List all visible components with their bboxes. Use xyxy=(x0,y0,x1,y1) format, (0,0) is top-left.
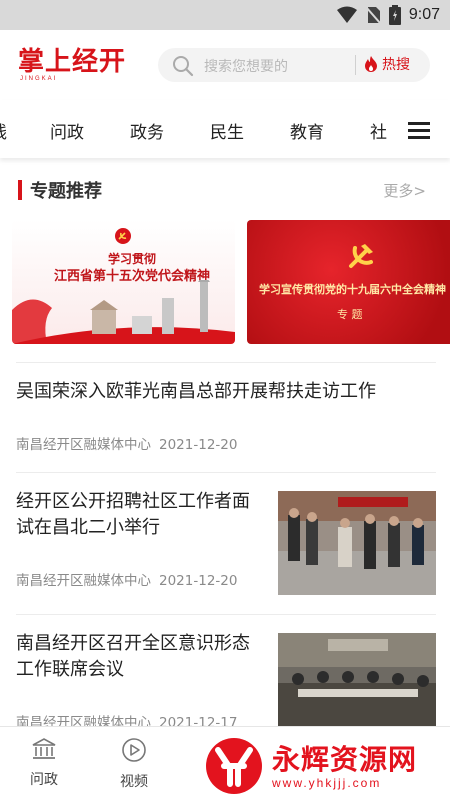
more-link[interactable]: 更多> xyxy=(383,180,426,201)
government-building-icon xyxy=(32,738,56,759)
news-thumbnail xyxy=(278,491,436,595)
news-item[interactable]: 经开区公开招聘社区工作者面试在昌北二小举行 南昌经开区融媒体中心 2021-12-… xyxy=(16,472,436,612)
banner-title: 学习宣传贯彻党的十九届六中全会精神 xyxy=(259,283,446,296)
news-item[interactable]: 吴国荣深入欧菲光南昌总部开展帮扶走访工作 南昌经开区融媒体中心 2021-12-2… xyxy=(16,362,436,470)
topic-banner-card[interactable]: 学习贯彻 江西省第十五次党代会精神 xyxy=(12,220,235,344)
tab-zhengwu[interactable]: 政务 xyxy=(130,118,164,143)
bottom-nav-video[interactable]: 视频 xyxy=(104,737,164,791)
news-source: 南昌经开区融媒体中心 xyxy=(16,437,151,453)
watermark-url: www.yhkjjj.com xyxy=(272,776,382,790)
site-watermark: 永辉资源网 www.yhkjjj.com xyxy=(200,732,450,799)
category-tabs: 线 问政 政务 民生 教育 社 xyxy=(0,100,450,158)
wifi-icon xyxy=(336,6,357,23)
tab-jiaoyu[interactable]: 教育 xyxy=(290,118,324,143)
news-meta: 南昌经开区融媒体中心 2021-12-20 xyxy=(16,569,237,589)
status-bar: 9:07 xyxy=(0,0,450,30)
party-emblem-icon xyxy=(349,244,373,268)
bottom-nav-label: 视频 xyxy=(120,774,148,790)
news-source: 南昌经开区融媒体中心 xyxy=(16,573,151,589)
watermark-logo-icon xyxy=(206,738,262,794)
play-circle-icon xyxy=(122,738,146,762)
news-title: 南昌经开区召开全区意识形态工作联席会议 xyxy=(16,633,250,680)
section-accent-bar xyxy=(18,180,22,200)
flame-icon xyxy=(365,56,377,72)
search-icon xyxy=(173,56,194,77)
section-title: 专题推荐 xyxy=(30,181,102,202)
news-title: 经开区公开招聘社区工作者面试在昌北二小举行 xyxy=(16,491,250,538)
news-date: 2021-12-20 xyxy=(159,437,238,453)
app-header: 掌上经开 JINGKAI 搜索您想要的 热搜 xyxy=(0,30,450,100)
bottom-nav-wenzheng[interactable]: 问政 xyxy=(14,737,74,789)
logo-text: 掌上经开 xyxy=(18,47,127,77)
hot-search-label: 热搜 xyxy=(382,57,410,73)
app-logo: 掌上经开 JINGKAI xyxy=(18,48,128,84)
logo-subtext: JINGKAI xyxy=(20,76,58,82)
banner-subtitle: 专 题 xyxy=(337,308,363,321)
tab-wenzheng[interactable]: 问政 xyxy=(50,118,84,143)
banner-title-line1: 学习贯彻 xyxy=(107,252,156,266)
watermark-text: 永辉资源网 xyxy=(272,743,418,776)
hot-search-button[interactable]: 热搜 xyxy=(364,54,410,74)
news-thumbnail xyxy=(278,633,436,727)
topic-banner-card[interactable]: 学习宣传贯彻党的十九届六中全会精神 专 题 xyxy=(247,220,450,344)
status-time: 9:07 xyxy=(408,6,440,23)
bottom-nav-label: 问政 xyxy=(30,772,58,788)
section-header: 专题推荐 更多> xyxy=(0,168,450,208)
news-item[interactable]: 南昌经开区召开全区意识形态工作联席会议 南昌经开区融媒体中心 2021-12-17 xyxy=(16,614,436,731)
party-emblem-icon xyxy=(115,228,131,244)
news-meta: 南昌经开区融媒体中心 2021-12-20 xyxy=(16,433,237,453)
search-input[interactable]: 搜索您想要的 xyxy=(204,56,288,76)
news-date: 2021-12-20 xyxy=(159,573,238,589)
battery-icon xyxy=(388,5,401,25)
menu-icon[interactable] xyxy=(398,118,442,142)
status-icons: 9:07 xyxy=(336,5,440,25)
tab-partial-left[interactable]: 线 xyxy=(0,118,7,143)
no-sim-icon xyxy=(365,6,381,24)
search-divider xyxy=(355,55,356,75)
tab-minsheng[interactable]: 民生 xyxy=(210,118,244,143)
tab-partial-right[interactable]: 社 xyxy=(370,118,387,143)
search-bar[interactable]: 搜索您想要的 热搜 xyxy=(158,48,430,82)
banner-illustration xyxy=(12,280,235,344)
news-title: 吴国荣深入欧菲光南昌总部开展帮扶走访工作 xyxy=(16,381,376,402)
